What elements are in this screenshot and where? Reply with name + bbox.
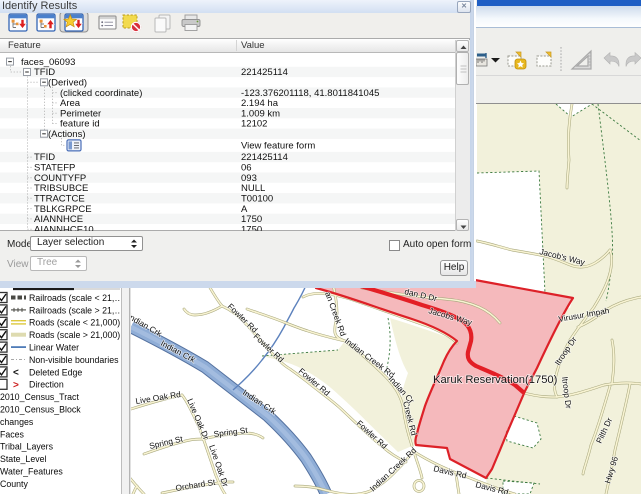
svg-text:Non-visible boundaries: Non-visible boundaries: [29, 355, 119, 365]
svg-text:Direction: Direction: [29, 380, 64, 390]
svg-text:Railroads (scale < 21,…: Railroads (scale < 21,…: [29, 293, 123, 303]
svg-text:changes: changes: [0, 417, 34, 427]
svg-text:Roads (scale < 21,000): Roads (scale < 21,000): [29, 318, 120, 328]
svg-text:221425114: 221425114: [241, 67, 288, 78]
svg-text:>: >: [13, 380, 19, 391]
svg-text:County: County: [0, 479, 28, 489]
svg-text:AIANNHCE10: AIANNHCE10: [34, 224, 94, 231]
svg-text:Water_Features: Water_Features: [0, 467, 63, 477]
svg-text:2010_Census_Tract: 2010_Census_Tract: [0, 392, 79, 402]
svg-text:TFID: TFID: [34, 152, 55, 163]
svg-text:Karuk Reservation(1750): Karuk Reservation(1750): [433, 374, 558, 386]
svg-text:Railroads (scale > 21,…: Railroads (scale > 21,…: [29, 305, 123, 315]
svg-text:1750: 1750: [241, 224, 262, 231]
svg-text:Linear Water: Linear Water: [29, 343, 79, 353]
svg-text:Faces: Faces: [0, 429, 25, 439]
svg-text:2010_Census_Block: 2010_Census_Block: [0, 405, 81, 415]
svg-text:12102: 12102: [241, 119, 267, 130]
svg-text:Deleted Edge: Deleted Edge: [29, 367, 82, 377]
svg-text:COUNTYFP: COUNTYFP: [34, 173, 86, 184]
svg-text:Tribal_Layers: Tribal_Layers: [0, 442, 54, 452]
svg-text:(Actions): (Actions): [48, 129, 85, 140]
svg-text:Roads (scale > 21,000): Roads (scale > 21,000): [29, 330, 120, 340]
svg-text:View feature form: View feature form: [241, 141, 315, 152]
svg-text:221425114: 221425114: [241, 152, 288, 163]
svg-text:093: 093: [241, 173, 257, 184]
svg-text:State_Level: State_Level: [0, 454, 47, 464]
svg-text:<: <: [13, 368, 19, 379]
